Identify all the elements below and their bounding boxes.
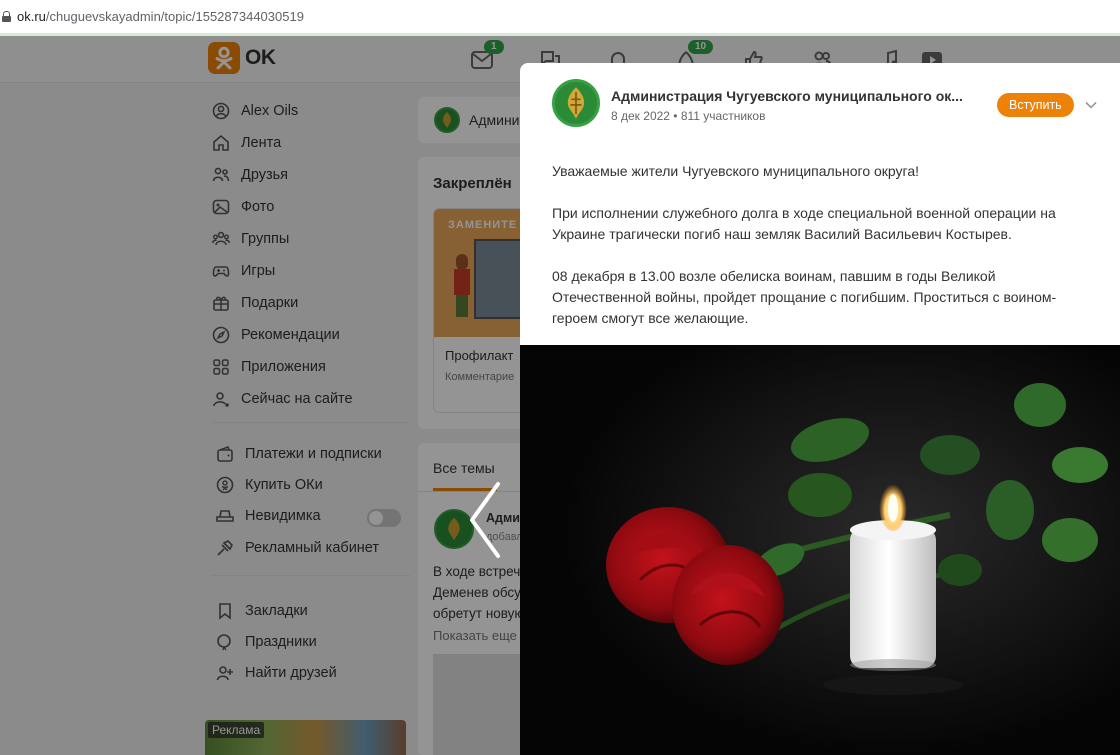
previous-arrow-icon[interactable] (468, 480, 504, 560)
group-avatar[interactable] (552, 79, 600, 127)
join-button[interactable]: Вступить (997, 93, 1074, 117)
post-photo[interactable] (520, 345, 1120, 755)
post-paragraph: 08 декабря в 13.00 возле обелиска воинам… (552, 268, 1057, 326)
url-text[interactable]: ok.ru/chuguevskayadmin/topic/15528734403… (17, 9, 304, 24)
post-paragraph: При исполнении служебного долга в ходе с… (552, 205, 1056, 242)
chevron-down-icon[interactable] (1085, 99, 1097, 111)
address-bar[interactable]: ok.ru/chuguevskayadmin/topic/15528734403… (0, 0, 1120, 36)
post-paragraph: Уважаемые жители Чугуевского муниципальн… (552, 163, 920, 179)
topic-modal: Администрация Чугуевского муниципального… (520, 63, 1120, 755)
group-title[interactable]: Администрация Чугуевского муниципального… (611, 88, 963, 104)
lock-icon (2, 11, 11, 22)
group-meta: 8 дек 2022 • 811 участников (611, 109, 766, 123)
